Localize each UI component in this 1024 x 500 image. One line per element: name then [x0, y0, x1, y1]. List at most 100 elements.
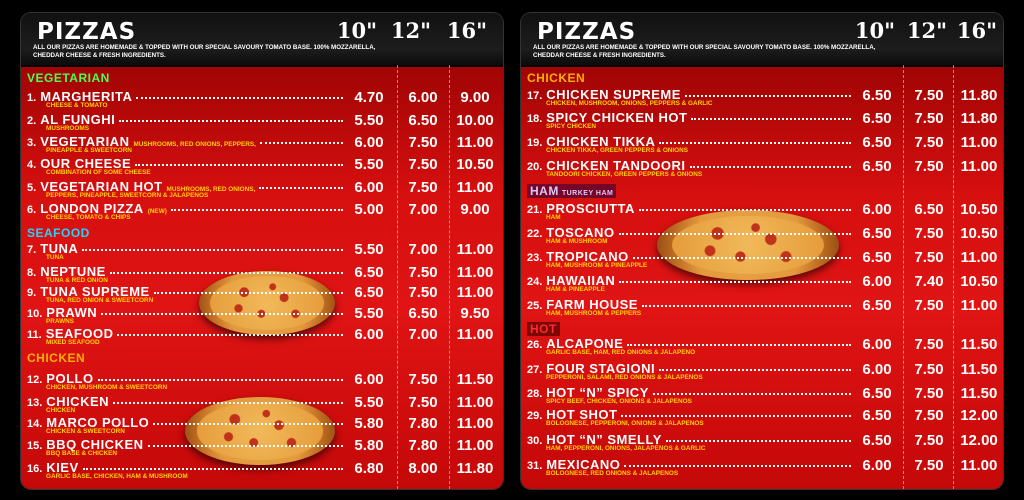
item-number: 20. — [527, 161, 543, 173]
item-number: 9. — [27, 287, 37, 299]
menu-item: 29. HOT SHOT BOLOGNESE, PEPPERONI, ONIONS … — [527, 407, 998, 429]
price-12in: 6.50 — [408, 112, 438, 129]
menu-item: 5. VEGETARIAN HOT MUSHROOMS, RED ONIONS, PE… — [27, 179, 497, 201]
item-number: 4. — [27, 159, 37, 171]
item-number: 17. — [527, 90, 543, 102]
menu-item: 11. SEAFOOD MIXED SEAFOOD 6.00 7.00 11.00 — [27, 326, 497, 348]
price-12in: 7.40 — [914, 273, 944, 290]
price-12in: 7.80 — [408, 437, 438, 454]
item-description: PINEAPPLE & SWEETCORN — [46, 147, 132, 154]
price-16in: 9.00 — [460, 201, 490, 218]
price-12in: 7.50 — [914, 297, 944, 314]
category-chicken: CHICKEN — [527, 71, 586, 85]
price-10in: 6.80 — [354, 460, 384, 477]
price-10in: 4.70 — [354, 89, 384, 106]
price-10in: 6.50 — [862, 297, 892, 314]
item-description: CHICKEN, MUSHROOM, ONIONS, PEPPERS & GAR… — [546, 100, 713, 107]
menu-item: 13. CHICKEN CHICKEN 5.50 7.50 11.00 — [27, 394, 497, 416]
item-description: SPICY BEEF, CHICKEN, ONIONS & JALAPENOS — [546, 398, 692, 405]
price-16in: 12.00 — [960, 432, 998, 449]
price-12in: 7.50 — [914, 457, 944, 474]
menu-item: 19. CHICKEN TIKKA CHICKEN TIKKA, GREEN PEP… — [527, 134, 997, 156]
menu-item: 25. FARM HOUSE HAM, MUSHROOM & PEPPERS 6.50… — [527, 297, 997, 319]
price-10in: 6.00 — [862, 457, 892, 474]
price-10in: 6.00 — [862, 273, 892, 290]
price-10in: 5.50 — [354, 394, 384, 411]
price-12in: 7.50 — [914, 432, 944, 449]
price-10in: 5.50 — [354, 305, 384, 322]
menu-item: 31. MEXICANO BOLOGNESE, RED ONIONS & JALAP… — [527, 457, 997, 479]
item-description: CHICKEN & SWEETCORN — [46, 428, 125, 435]
price-10in: 6.50 — [862, 407, 892, 424]
price-12in: 7.50 — [914, 385, 944, 402]
menu-item: 23. TROPICANO HAM, MUSHROOM & PINEAPPLE 6.5… — [527, 249, 997, 271]
price-12in: 7.50 — [914, 134, 944, 151]
dot-leader — [171, 209, 343, 211]
item-description: CHICKEN — [46, 407, 76, 414]
board-description: ALL OUR PIZZAS ARE HOMEMADE & TOPPED WIT… — [33, 44, 376, 59]
item-number: 26. — [527, 339, 543, 351]
price-10in: 5.80 — [354, 437, 384, 454]
menu-board-left: PIZZAS 10" 12" 16" ALL OUR PIZZAS ARE HO… — [21, 13, 503, 489]
price-12in: 7.50 — [408, 371, 438, 388]
category-hot: HOT — [527, 322, 560, 336]
price-16in: 11.00 — [456, 241, 494, 258]
price-12in: 7.50 — [914, 225, 944, 242]
category-ham-label: HAM — [530, 184, 559, 198]
item-number: 14. — [27, 418, 43, 430]
item-inline-desc: MUSHROOMS, RED ONIONS, PEPPERS, — [133, 141, 256, 148]
category-ham: HAM TURKEY HAM — [527, 184, 617, 198]
dot-leader — [98, 379, 343, 381]
price-10in: 6.50 — [862, 158, 892, 175]
menu-item: 17. CHICKEN SUPREME CHICKEN, MUSHROOM, ONI… — [527, 87, 997, 109]
dot-leader — [82, 249, 343, 251]
category-chicken: CHICKEN — [27, 351, 86, 365]
price-10in: 5.80 — [354, 415, 384, 432]
price-16in: 11.00 — [456, 394, 494, 411]
price-10in: 6.50 — [354, 264, 384, 281]
price-16in: 11.00 — [456, 284, 494, 301]
item-number: 5. — [27, 182, 37, 194]
board-header: PIZZAS 10" 12" 16" ALL OUR PIZZAS ARE HO… — [21, 13, 503, 67]
price-16in: 11.00 — [456, 179, 494, 196]
item-description: GARLIC BASE, CHICKEN, HAM & MUSHROOM — [46, 473, 188, 480]
price-10in: 6.50 — [862, 432, 892, 449]
size-10-label: 10" — [854, 18, 896, 43]
item-number: 11. — [27, 329, 42, 341]
item-number: 2. — [27, 115, 37, 127]
price-16in: 11.50 — [960, 336, 998, 353]
dot-leader — [639, 209, 851, 211]
menu-item: 9. TUNA SUPREME TUNA, RED ONION & SWEETCOR… — [27, 284, 497, 306]
price-10in: 6.00 — [862, 361, 892, 378]
item-number: 25. — [527, 300, 543, 312]
price-16in: 11.50 — [960, 361, 998, 378]
price-12in: 7.50 — [914, 158, 944, 175]
item-description: HAM, MUSHROOM & PINEAPPLE — [546, 262, 648, 269]
price-16in: 10.00 — [456, 112, 494, 129]
price-10in: 5.50 — [354, 156, 384, 173]
item-number: 16. — [27, 463, 43, 475]
board-description: ALL OUR PIZZAS ARE HOMEMADE & TOPPED WIT… — [533, 44, 876, 59]
item-description: SPICY CHICKEN — [546, 123, 596, 130]
price-16in: 10.50 — [456, 156, 494, 173]
price-16in: 11.00 — [456, 134, 494, 151]
size-12-label: 12" — [390, 18, 432, 43]
menu-item: 1. MARGHERITA CHEESE & TOMATO 4.70 6.00 9.00 — [27, 89, 497, 111]
item-number: 6. — [27, 204, 37, 216]
item-description: CHEESE & TOMATO — [46, 102, 108, 109]
size-16-label: 16" — [956, 18, 998, 43]
item-number: 30. — [527, 435, 543, 447]
price-10in: 6.50 — [862, 134, 892, 151]
price-16in: 11.80 — [960, 110, 998, 127]
item-number: 23. — [527, 252, 543, 264]
menu-item: 16. KIEV GARLIC BASE, CHICKEN, HAM & MUSHR… — [27, 460, 497, 482]
dot-leader — [259, 187, 343, 189]
dot-leader — [148, 445, 343, 447]
menu-item: 10. PRAWN PRAWNS 5.50 6.50 9.50 — [27, 305, 497, 327]
item-description: PEPPERS, PINEAPPLE, SWEETCORN & JALAPENO… — [46, 192, 209, 199]
dot-leader — [666, 440, 851, 442]
item-number: 12. — [27, 374, 43, 386]
price-12in: 8.00 — [408, 460, 438, 477]
item-number: 7. — [27, 244, 37, 256]
price-12in: 7.00 — [408, 201, 438, 218]
